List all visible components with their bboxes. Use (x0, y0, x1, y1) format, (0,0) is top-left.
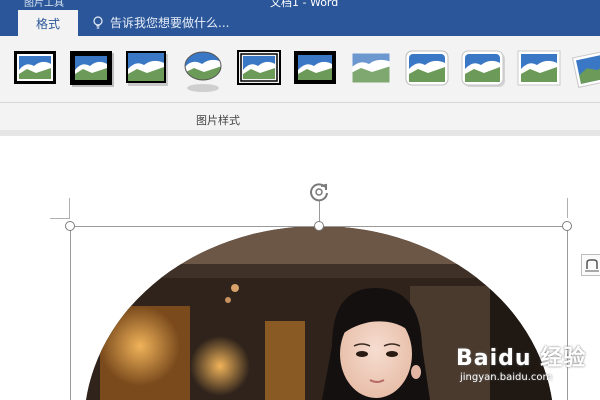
picture-style-rounded-rectangle[interactable] (404, 48, 450, 88)
picture-style-double-frame-black[interactable] (236, 48, 282, 88)
page-corner-mark-left-v (69, 198, 70, 218)
picture-style-rounded-shadow[interactable] (460, 48, 506, 88)
picture-style-oval-reflection[interactable] (180, 48, 226, 92)
watermark-brand: Baidu 经验 (456, 346, 587, 371)
page-corner-mark-left (50, 218, 70, 219)
tell-me-placeholder: 告诉我您想要做什么... (110, 16, 230, 30)
selection-border-left (70, 226, 71, 400)
layout-options-button[interactable] (581, 254, 600, 276)
tell-me-search[interactable]: 告诉我您想要做什么... (92, 14, 229, 31)
baidu-watermark: Baidu 经验 jingyan.baidu.com (456, 340, 586, 383)
layout-options-icon (585, 259, 599, 272)
ribbon-group-separator (0, 102, 600, 103)
picture-styles-group-label: 图片样式 (196, 114, 240, 127)
title-bar: 图片工具 文档1 - Word 格式 告诉我您想要做什么... (0, 0, 600, 36)
ribbon: 图片样式 (0, 36, 600, 130)
resize-handle-top-center[interactable] (314, 221, 324, 231)
picture-styles-gallery (0, 36, 600, 102)
document-title: 文档1 - Word (270, 0, 339, 9)
resize-handle-top-right[interactable] (562, 221, 572, 231)
picture-style-simple-frame-black[interactable] (12, 48, 58, 88)
lightbulb-icon (93, 15, 103, 29)
picture-tools-context-label: 图片工具 (24, 0, 64, 9)
picture-style-thick-black-shadow[interactable] (68, 48, 114, 88)
page-corner-mark-right-v (567, 198, 568, 218)
tab-format[interactable]: 格式 (18, 10, 78, 36)
picture-style-soft-edge[interactable] (348, 48, 394, 88)
picture-style-thick-matte-black[interactable] (292, 48, 338, 88)
picture-style-simple-frame-white[interactable] (516, 48, 562, 88)
resize-handle-top-left[interactable] (65, 221, 75, 231)
rotate-handle-icon[interactable] (307, 180, 331, 204)
watermark-url: jingyan.baidu.com (460, 372, 553, 383)
picture-style-black-shadow-frame[interactable] (124, 48, 170, 88)
picture-style-rotated-white[interactable] (570, 48, 600, 88)
